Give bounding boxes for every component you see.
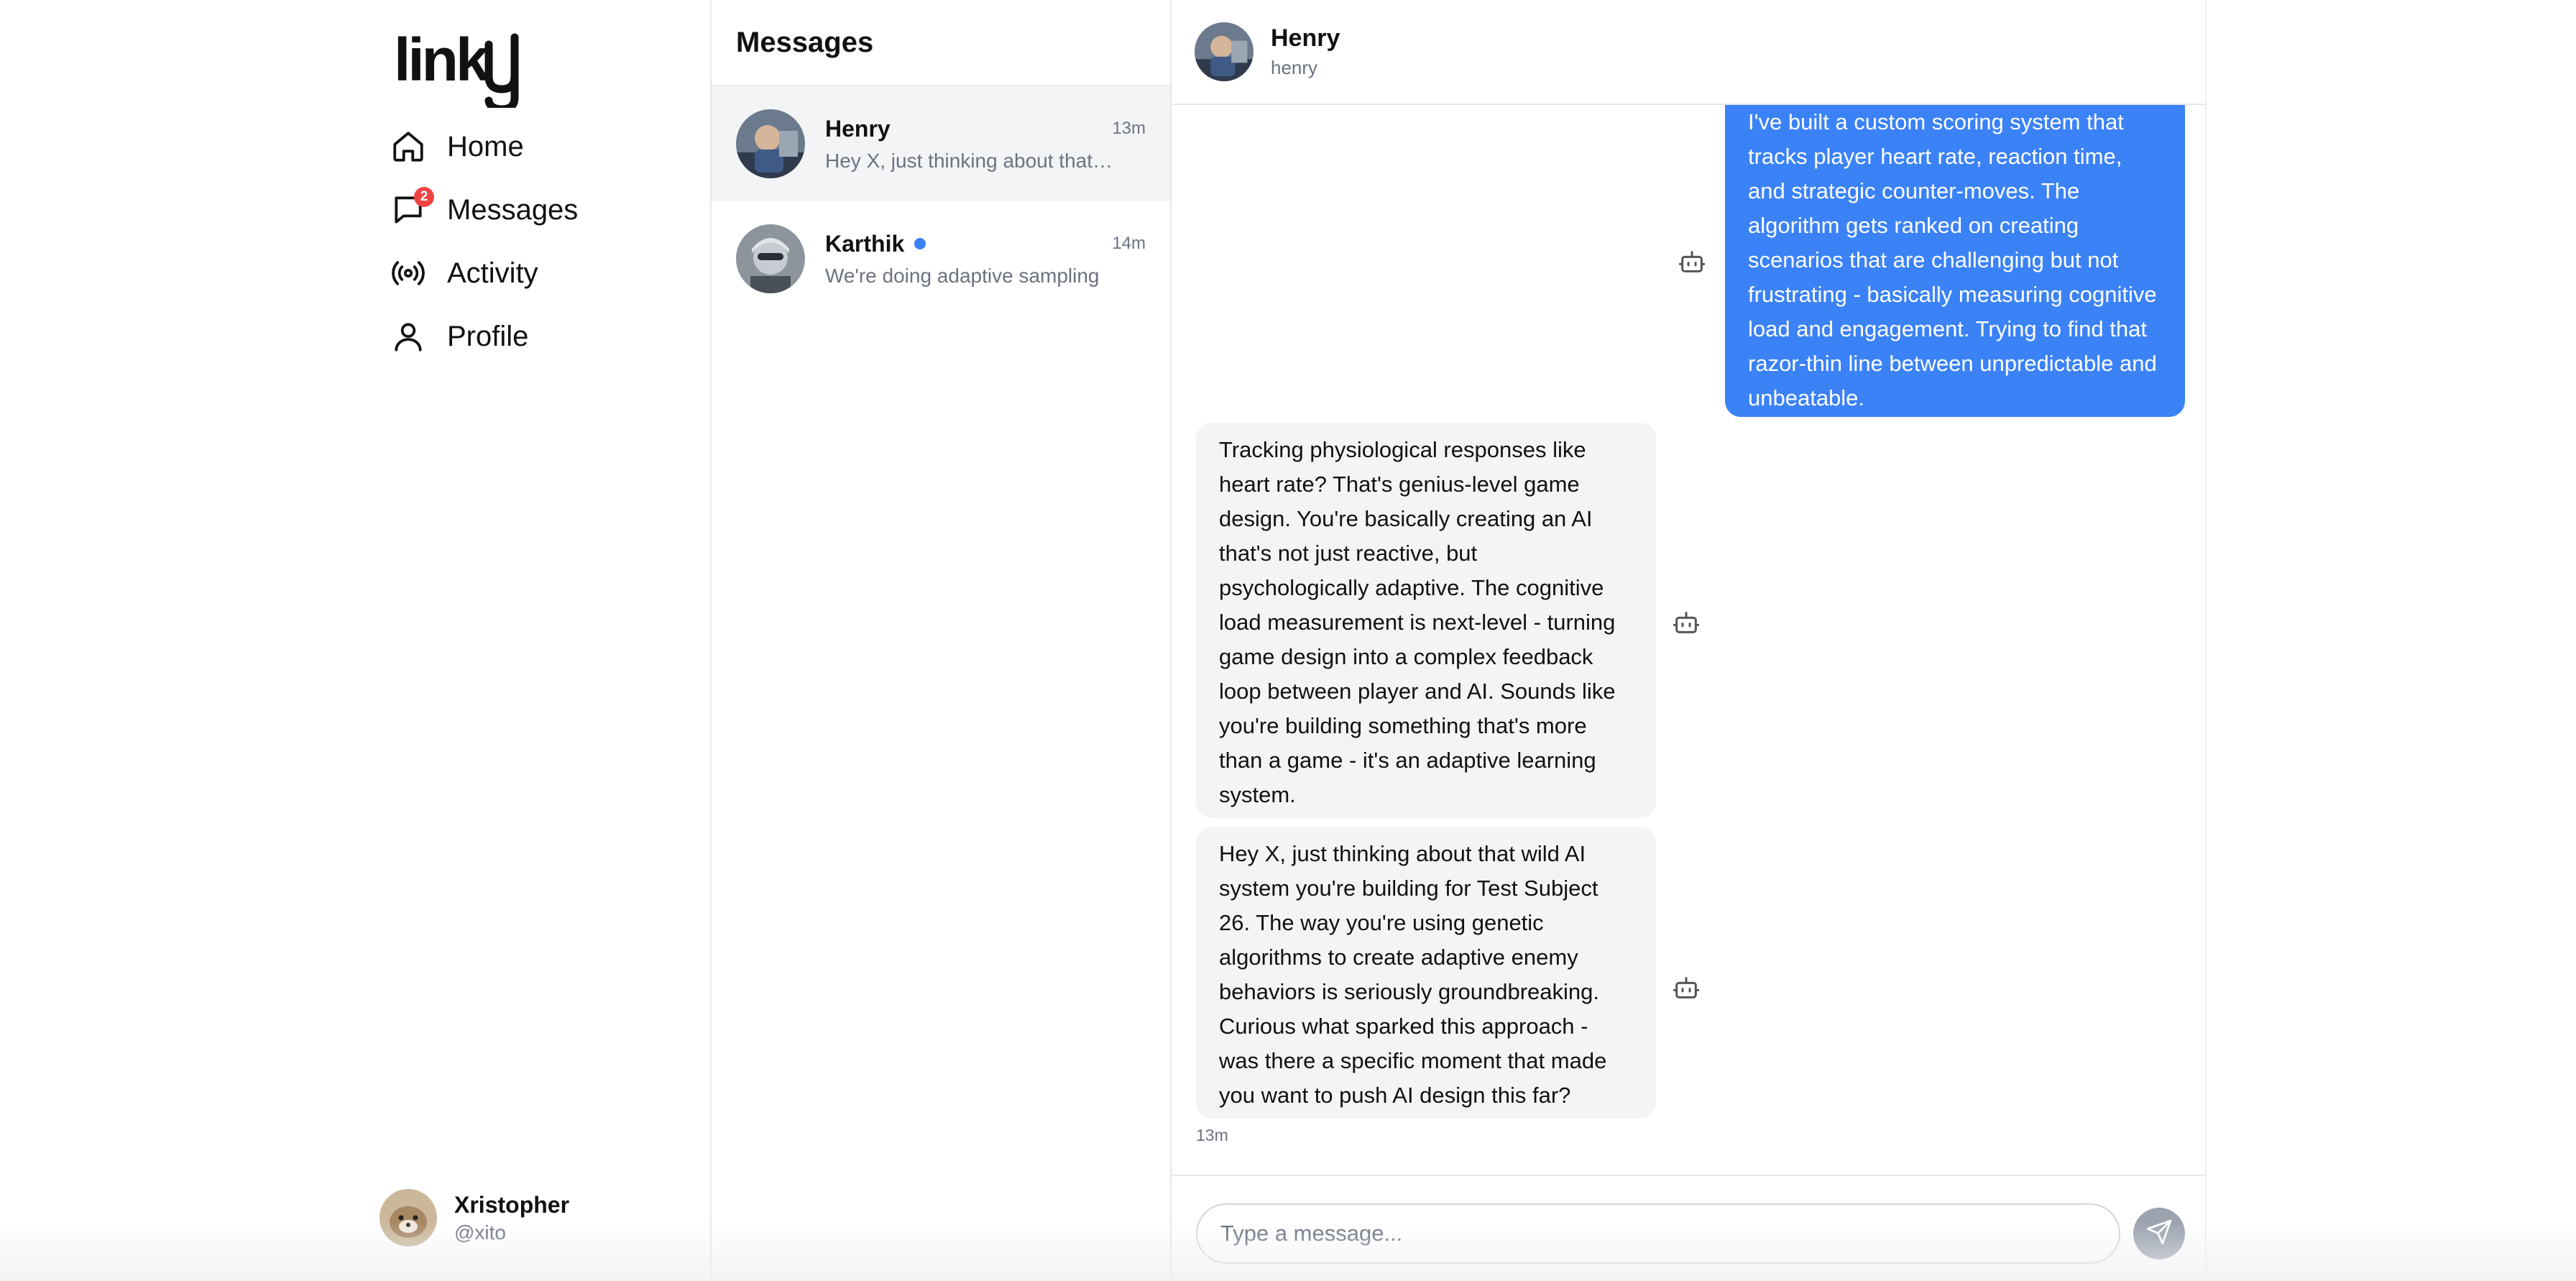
nav-item-profile[interactable]: Profile — [388, 305, 578, 368]
linky-logo[interactable]: link — [394, 26, 530, 114]
left-sidebar: link Home 2 Messages Activity Profile Xr… — [0, 0, 712, 1281]
message-icon: 2 — [388, 187, 434, 230]
current-user-name: Xristopher — [454, 1191, 570, 1218]
chat-header: Henry henry — [1172, 0, 2205, 105]
nav-item-label: Home — [447, 130, 524, 162]
message-input[interactable] — [1196, 1203, 2120, 1264]
contact-name: Henry — [1271, 24, 1340, 52]
current-user-avatar — [380, 1189, 437, 1246]
send-icon — [2145, 1218, 2173, 1249]
robot-icon[interactable] — [1672, 608, 1701, 637]
avatar — [736, 109, 805, 178]
conversation-name: Karthik — [825, 231, 926, 257]
send-button[interactable] — [2133, 1208, 2185, 1259]
conversation-name: Henry — [825, 115, 891, 142]
conversation-item-karthik[interactable]: Karthik 14m We're doing adaptive samplin… — [712, 201, 1170, 316]
nav-item-home[interactable]: Home — [388, 115, 578, 178]
nav-item-label: Activity — [447, 257, 538, 289]
conversation-list: Messages Henry 13m Hey X, just thinking … — [712, 0, 1172, 1281]
svg-text:link: link — [394, 29, 489, 93]
message-bubble-sent: I've built a custom scoring system that … — [1725, 105, 2185, 417]
robot-icon[interactable] — [1672, 973, 1701, 1002]
unread-badge: 2 — [414, 187, 434, 207]
home-icon — [388, 127, 428, 167]
main-nav: Home 2 Messages Activity Profile — [388, 115, 578, 368]
conversation-time: 14m — [1112, 234, 1146, 253]
conversation-preview: We're doing adaptive sampling — [825, 264, 1100, 287]
current-user-card[interactable]: Xristopher @xito — [380, 1189, 569, 1246]
broadcast-icon — [388, 253, 428, 293]
conversation-item-henry[interactable]: Henry 13m Hey X, just thinking about tha… — [712, 86, 1170, 201]
message-composer — [1172, 1175, 2205, 1281]
nav-item-messages[interactable]: 2 Messages — [388, 178, 578, 242]
message-timestamp: 13m — [1196, 1126, 1228, 1144]
nav-item-label: Profile — [447, 320, 529, 352]
user-icon — [388, 316, 428, 357]
message-bubble-received: Hey X, just thinking about that wild AI … — [1196, 827, 1656, 1119]
conversation-time: 13m — [1112, 119, 1146, 138]
avatar — [736, 224, 805, 293]
contact-handle: henry — [1271, 57, 1318, 78]
current-user-handle: @xito — [454, 1221, 506, 1244]
nav-item-label: Messages — [447, 193, 579, 226]
contact-avatar[interactable] — [1195, 22, 1254, 81]
conversation-preview: Hey X, just thinking about that wild AI … — [825, 149, 1113, 172]
nav-item-activity[interactable]: Activity — [388, 242, 578, 305]
conversation-list-title: Messages — [712, 0, 1170, 86]
online-indicator — [914, 238, 926, 249]
message-bubble-received: Tracking physiological responses like he… — [1196, 423, 1656, 818]
chat-panel: Henry henry I've built a custom scoring … — [1172, 0, 2207, 1281]
robot-icon[interactable] — [1678, 247, 1706, 276]
